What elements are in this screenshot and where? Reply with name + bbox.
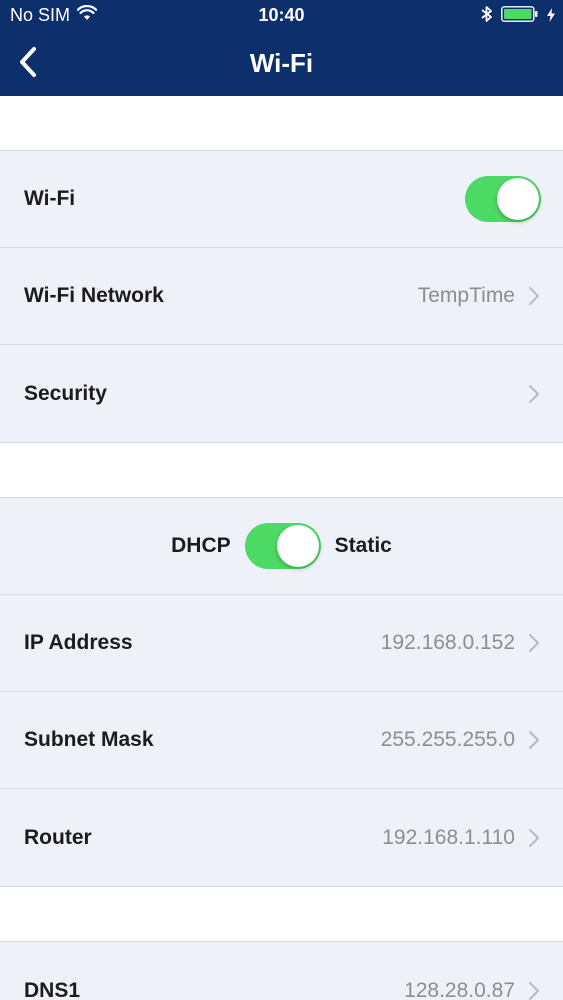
charging-bolt-icon: [547, 6, 555, 27]
wifi-network-value: TempTime: [417, 284, 515, 307]
ip-address-label: IP Address: [24, 631, 133, 654]
dhcp-static-row: DHCP Static: [0, 498, 563, 595]
subnet-mask-value: 255.255.255.0: [380, 728, 515, 751]
clock-time: 10:40: [258, 5, 305, 25]
toggle-knob: [497, 178, 539, 220]
chevron-right-icon: [527, 632, 541, 654]
chevron-right-icon: [527, 729, 541, 751]
chevron-right-icon: [527, 285, 541, 307]
wifi-section: Wi-Fi Wi-Fi Network TempTime Security: [0, 150, 563, 443]
page-title: Wi-Fi: [249, 48, 314, 78]
router-label: Router: [24, 825, 92, 849]
status-left: No SIM: [10, 4, 98, 26]
bluetooth-icon: [481, 5, 493, 28]
carrier-label: No SIM: [10, 5, 71, 25]
subnet-mask-row[interactable]: Subnet Mask 255.255.255.0: [0, 692, 563, 789]
dhcp-label: DHCP: [171, 534, 231, 557]
chevron-right-icon: [527, 383, 541, 405]
ip-address-value: 192.168.0.152: [380, 631, 515, 654]
top-bar: No SIM 10:40 Wi-Fi: [0, 0, 563, 96]
section-spacer: [0, 887, 563, 941]
chevron-right-icon: [527, 980, 541, 1000]
status-bar: No SIM 10:40: [0, 0, 563, 32]
ip-address-row[interactable]: IP Address 192.168.0.152: [0, 595, 563, 692]
page-title-wrap: Wi-Fi: [0, 48, 563, 79]
wifi-toggle-row: Wi-Fi: [0, 151, 563, 248]
back-button[interactable]: [8, 42, 48, 86]
dns-section: DNS1 128.28.0.87: [0, 941, 563, 1000]
chevron-left-icon: [18, 46, 38, 83]
dns1-label: DNS1: [24, 978, 81, 1000]
dns1-value: 128.28.0.87: [404, 978, 515, 1000]
ip-section: DHCP Static IP Address 192.168.0.152 Sub…: [0, 497, 563, 887]
wifi-toggle[interactable]: [465, 176, 541, 222]
dns1-row[interactable]: DNS1 128.28.0.87: [0, 942, 563, 1000]
dhcp-static-toggle[interactable]: [244, 523, 321, 569]
subnet-mask-label: Subnet Mask: [24, 728, 154, 751]
wifi-network-label: Wi-Fi Network: [24, 284, 164, 307]
router-value: 192.168.1.110: [382, 825, 515, 849]
wifi-signal-icon: [76, 4, 98, 26]
section-spacer: [0, 96, 563, 150]
section-spacer: [0, 443, 563, 497]
nav-bar: Wi-Fi: [0, 32, 563, 96]
wifi-label: Wi-Fi: [24, 187, 76, 210]
static-label: Static: [334, 534, 392, 557]
settings-content: Wi-Fi Wi-Fi Network TempTime Security DH…: [0, 96, 563, 1000]
chevron-right-icon: [527, 827, 541, 849]
wifi-network-row[interactable]: Wi-Fi Network TempTime: [0, 248, 563, 345]
router-row[interactable]: Router 192.168.1.110: [0, 789, 563, 886]
toggle-knob: [276, 525, 319, 567]
security-label: Security: [24, 381, 107, 405]
security-row[interactable]: Security: [0, 345, 563, 442]
status-right: [481, 5, 555, 28]
battery-icon: [501, 6, 539, 27]
